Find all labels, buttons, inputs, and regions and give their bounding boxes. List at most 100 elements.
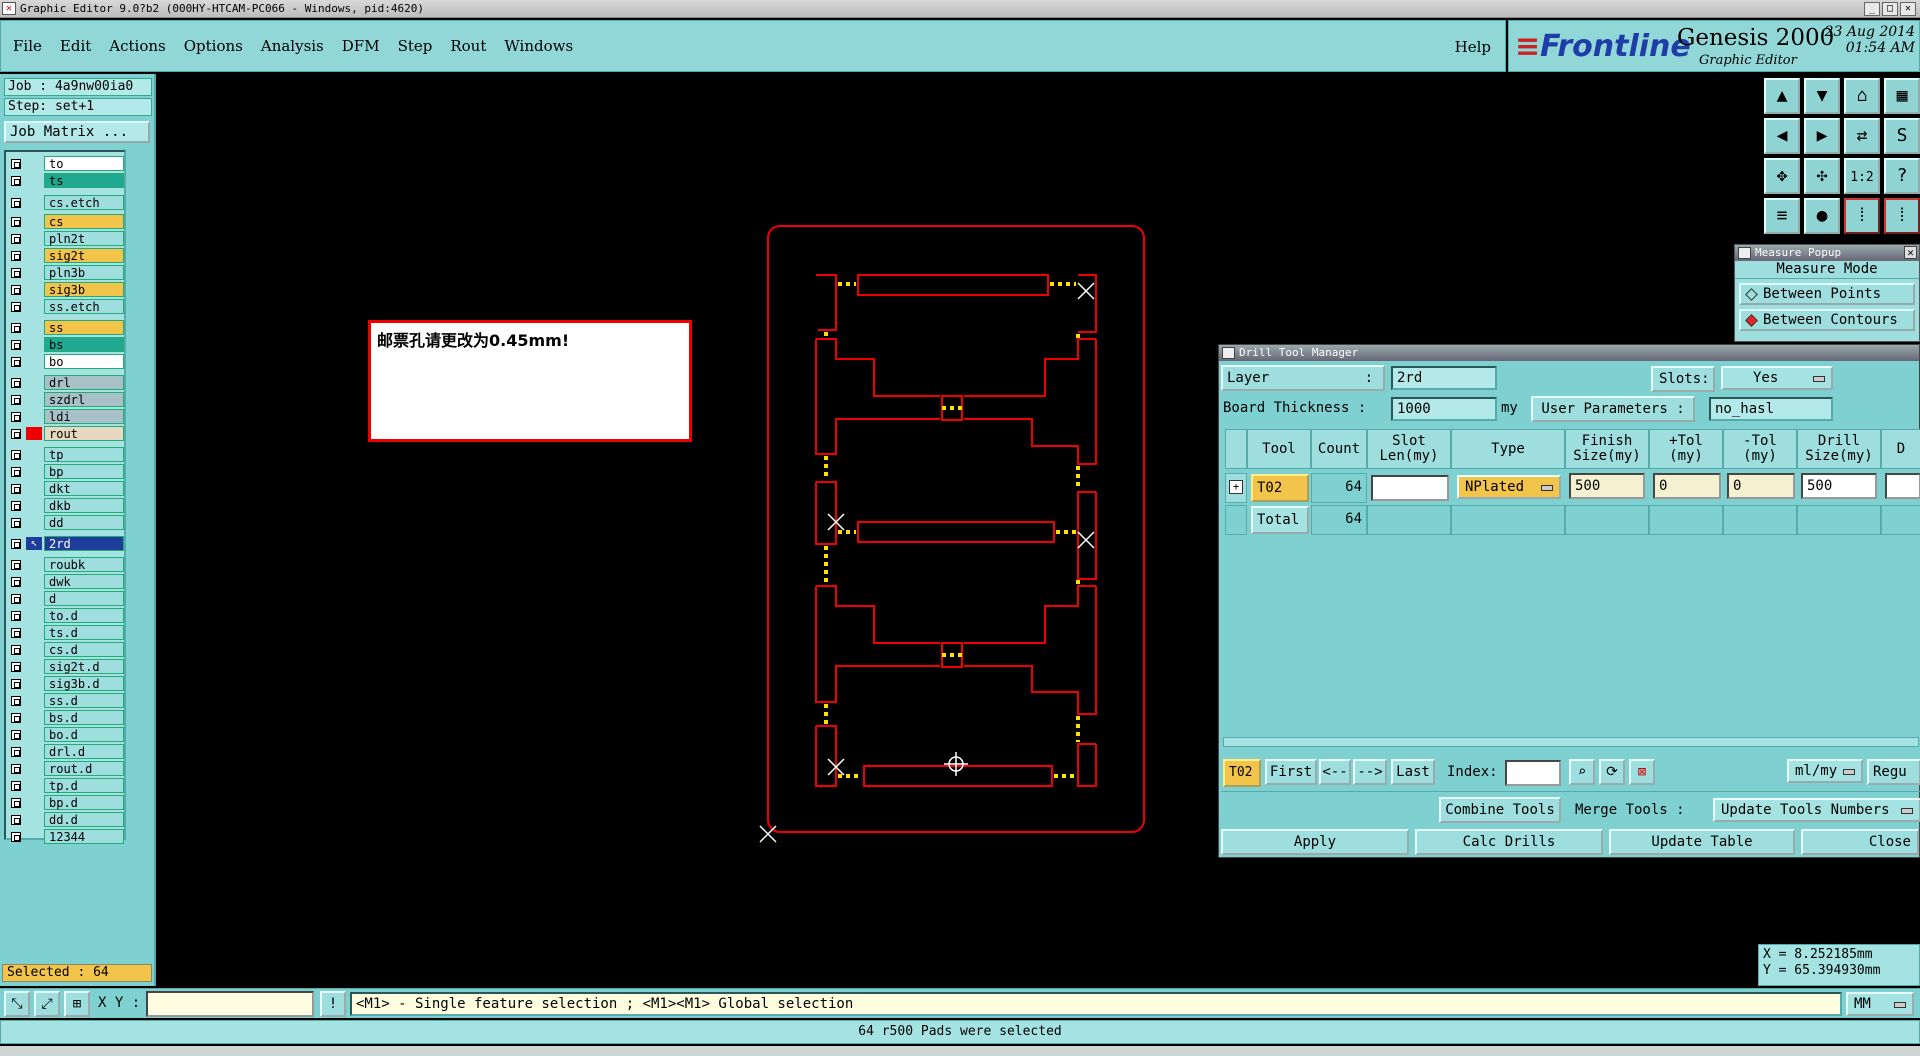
layer-row-2rd[interactable]: ↖ 2rd <box>8 536 124 551</box>
layer-row-sig2t-d[interactable]: sig2t.d <box>8 659 124 674</box>
close-icon[interactable]: ✕ <box>1904 246 1917 259</box>
layer-row-dd-d[interactable]: dd.d <box>8 812 124 827</box>
layer-checkbox[interactable] <box>11 781 21 791</box>
type-dropdown[interactable]: NPlated <box>1457 475 1561 499</box>
layer-color-swatch[interactable] <box>26 711 42 724</box>
next-button[interactable]: --> <box>1353 759 1387 785</box>
drill-edit-tool-button[interactable]: ⁞ <box>1884 198 1920 234</box>
tool-t02-button[interactable]: T02 <box>1251 474 1309 502</box>
layer-row-dkt[interactable]: dkt <box>8 481 124 496</box>
zoom-area-tool-button[interactable]: ✣ <box>1804 158 1840 194</box>
layer-row-to[interactable]: to <box>8 156 124 171</box>
minus-tol-input[interactable]: 0 <box>1727 473 1795 499</box>
layer-checkbox[interactable] <box>11 268 21 278</box>
layer-checkbox[interactable] <box>11 577 21 587</box>
layer-row-szdrl[interactable]: szdrl <box>8 392 124 407</box>
layer-checkbox[interactable] <box>11 234 21 244</box>
layer-checkbox[interactable] <box>11 798 21 808</box>
menu-file[interactable]: File <box>13 37 42 55</box>
layer-row-dkb[interactable]: dkb <box>8 498 124 513</box>
total-button[interactable]: Total <box>1251 506 1309 534</box>
layer-row-drl-d[interactable]: drl.d <box>8 744 124 759</box>
zoom-out-tool-button[interactable]: ▼ <box>1804 78 1840 114</box>
index-input[interactable] <box>1505 760 1561 786</box>
finish-size-input[interactable]: 500 <box>1569 473 1645 499</box>
layer-color-swatch[interactable] <box>26 196 42 209</box>
row-expand[interactable]: + <box>1225 473 1247 503</box>
layer-checkbox[interactable] <box>11 679 21 689</box>
layer-row-sig2t[interactable]: sig2t <box>8 248 124 263</box>
drill-tool-button[interactable]: ⁞ <box>1844 198 1880 234</box>
layer-checkbox[interactable] <box>11 198 21 208</box>
user-parameters-button[interactable]: User Parameters : <box>1531 396 1695 422</box>
help-tool-button[interactable]: ? <box>1884 158 1920 194</box>
xy-input[interactable] <box>146 991 314 1017</box>
layer-checkbox[interactable] <box>11 832 21 842</box>
layer-color-swatch[interactable] <box>26 660 42 673</box>
layer-row-dd[interactable]: dd <box>8 515 124 530</box>
layers-tool-button[interactable]: ≡ <box>1764 198 1800 234</box>
layer-checkbox[interactable] <box>11 764 21 774</box>
layer-color-swatch[interactable] <box>26 762 42 775</box>
layer-row-tp[interactable]: tp <box>8 447 124 462</box>
calc-drills-button[interactable]: Calc Drills <box>1415 829 1603 855</box>
layer-checkbox[interactable] <box>11 450 21 460</box>
layer-checkbox[interactable] <box>11 251 21 261</box>
layer-checkbox[interactable] <box>11 323 21 333</box>
snap-tool-button[interactable]: S <box>1884 118 1920 154</box>
layer-color-swatch[interactable] <box>26 410 42 423</box>
layer-row-ts-d[interactable]: ts.d <box>8 625 124 640</box>
layer-row-bo[interactable]: bo <box>8 354 124 369</box>
maximize-button[interactable]: □ <box>1882 2 1898 16</box>
board-thickness-field[interactable]: 1000 <box>1391 397 1497 421</box>
menu-rout[interactable]: Rout <box>450 37 486 55</box>
apply-button[interactable]: Apply <box>1221 829 1409 855</box>
layer-field[interactable]: 2rd <box>1391 366 1497 390</box>
drill-size-input[interactable]: 500 <box>1801 473 1877 499</box>
layer-checkbox[interactable] <box>11 340 21 350</box>
layer-row-pln2t[interactable]: pln2t <box>8 231 124 246</box>
layer-checkbox[interactable] <box>11 645 21 655</box>
layer-checkbox[interactable] <box>11 217 21 227</box>
layer-color-swatch[interactable] <box>26 499 42 512</box>
layer-color-swatch[interactable] <box>26 796 42 809</box>
fit-tool-button[interactable]: ⇄ <box>1844 118 1880 154</box>
slot-len-input[interactable] <box>1371 475 1449 501</box>
last-button[interactable]: Last <box>1391 759 1435 785</box>
layer-checkbox[interactable] <box>11 662 21 672</box>
delete-tool-button[interactable]: ⊠ <box>1629 759 1655 785</box>
menu-edit[interactable]: Edit <box>60 37 91 55</box>
layer-row-dwk[interactable]: dwk <box>8 574 124 589</box>
layer-checkbox[interactable] <box>11 611 21 621</box>
layer-checkbox[interactable] <box>11 357 21 367</box>
layer-color-swatch[interactable] <box>26 300 42 313</box>
layer-row-ss-etch[interactable]: ss.etch <box>8 299 124 314</box>
refresh-tool-button[interactable]: ⟳ <box>1599 759 1625 785</box>
layer-row-bs[interactable]: bs <box>8 337 124 352</box>
layer-row-bo-d[interactable]: bo.d <box>8 727 124 742</box>
layer-row-sig3b-d[interactable]: sig3b.d <box>8 676 124 691</box>
layer-checkbox[interactable] <box>11 395 21 405</box>
layer-color-swatch[interactable] <box>26 321 42 334</box>
layer-checkbox[interactable] <box>11 412 21 422</box>
layer-row-ss[interactable]: ss <box>8 320 124 335</box>
layer-checkbox[interactable] <box>11 285 21 295</box>
layer-row-drl[interactable]: drl <box>8 375 124 390</box>
layer-row-ts[interactable]: ts <box>8 173 124 188</box>
menu-help[interactable]: Help <box>1455 38 1491 56</box>
layer-color-swatch[interactable] <box>26 694 42 707</box>
menu-actions[interactable]: Actions <box>109 37 165 55</box>
layer-row-cs-etch[interactable]: cs.etch <box>8 195 124 210</box>
radio-between-points[interactable]: Between Points <box>1739 283 1915 305</box>
layer-color-swatch[interactable] <box>26 575 42 588</box>
search-tool-button[interactable]: ⌕ <box>1569 759 1595 785</box>
warning-button[interactable]: ! <box>320 991 346 1017</box>
layer-checkbox[interactable] <box>11 378 21 388</box>
layer-row-rout-d[interactable]: rout.d <box>8 761 124 776</box>
layer-checkbox[interactable] <box>11 484 21 494</box>
layer-row-to-d[interactable]: to.d <box>8 608 124 623</box>
layer-color-swatch[interactable] <box>26 266 42 279</box>
layer-row-ss-d[interactable]: ss.d <box>8 693 124 708</box>
layer-row-d[interactable]: d <box>8 591 124 606</box>
layer-color-swatch[interactable] <box>26 448 42 461</box>
